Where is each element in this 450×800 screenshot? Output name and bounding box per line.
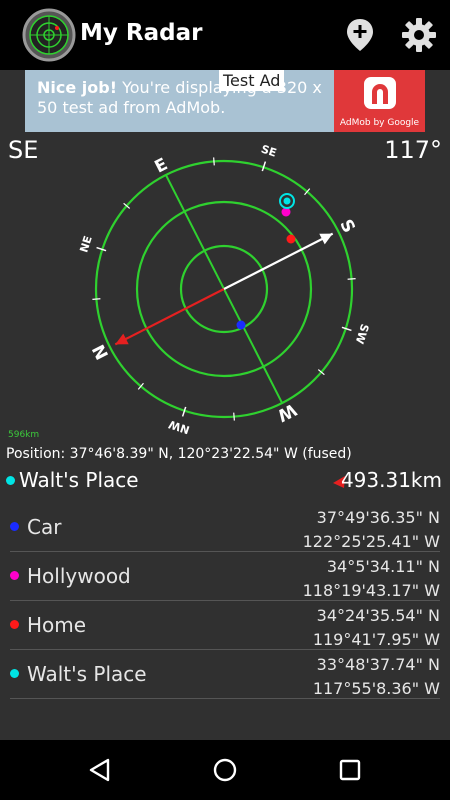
place-row[interactable]: Home 34°24'35.54" N 119°41'7.95" W	[10, 601, 440, 650]
place-color-dot	[10, 620, 19, 629]
target-name: Walt's Place	[19, 468, 139, 492]
compass-label-se: SE	[259, 143, 278, 160]
compass-minor-tick	[233, 412, 235, 421]
place-coordinates: 33°48'37.74" N 117°55'8.36" W	[313, 653, 440, 701]
compass-minor-tick	[347, 278, 356, 280]
add-place-button[interactable]	[340, 14, 380, 56]
places-list: Car 37°49'36.35" N 122°25'25.41" W Hollywoo…	[0, 503, 450, 699]
place-longitude: 119°41'7.95" W	[312, 630, 440, 649]
place-name: Hollywood	[27, 564, 131, 588]
radar-compass: NNEESESSWWNW	[77, 143, 372, 437]
compass-label-nw: NW	[167, 417, 191, 436]
compass-label-w: W	[274, 399, 300, 425]
marker-home	[286, 234, 296, 244]
place-coordinates: 34°5'34.11" N 118°19'43.17" W	[303, 555, 440, 603]
needle-north	[114, 288, 225, 346]
place-longitude: 117°55'8.36" W	[312, 679, 440, 698]
marker-walts-place	[283, 197, 291, 205]
place-name: Walt's Place	[27, 662, 147, 686]
home-button[interactable]	[209, 754, 241, 786]
radar-view[interactable]: N NE E SE S SW W NW	[0, 132, 450, 442]
marker-car	[236, 320, 246, 330]
place-latitude: 33°48'37.74" N	[316, 655, 440, 674]
compass-label-sw: SW	[353, 322, 372, 345]
test-ad-badge: Test Ad	[219, 70, 285, 91]
admob-logo-label: AdMob by Google	[339, 118, 420, 128]
place-color-dot	[10, 669, 19, 678]
place-longitude: 118°19'43.17" W	[302, 581, 440, 600]
gear-icon	[402, 18, 436, 52]
home-circle-icon	[213, 758, 237, 782]
ad-text: Nice job! You're displaying a 320 x 50 t…	[37, 78, 337, 118]
place-row[interactable]: Car 37°49'36.35" N 122°25'25.41" W	[10, 503, 440, 552]
needle-south	[223, 232, 334, 290]
place-color-dot	[10, 522, 19, 531]
place-latitude: 34°5'34.11" N	[326, 557, 440, 576]
place-latitude: 37°49'36.35" N	[316, 508, 440, 527]
compass-label-ne: NE	[77, 234, 95, 254]
compass-minor-tick	[213, 157, 215, 166]
target-distance: 493.31km	[340, 468, 442, 492]
place-row[interactable]: Walt's Place 33°48'37.74" N 117°55'8.36" W	[10, 650, 440, 699]
settings-button[interactable]	[399, 14, 439, 56]
admob-logo-icon	[364, 77, 396, 109]
back-button[interactable]	[84, 754, 116, 786]
selected-target[interactable]: Walt's Place 493.31km	[0, 466, 450, 496]
recents-button[interactable]	[334, 754, 366, 786]
place-name: Home	[27, 613, 87, 637]
ad-bold-text: Nice job!	[37, 78, 118, 97]
place-coordinates: 37°49'36.35" N 122°25'25.41" W	[303, 506, 440, 554]
place-coordinates: 34°24'35.54" N 119°41'7.95" W	[313, 604, 440, 652]
radar-logo-icon	[22, 8, 76, 62]
map-pin-plus-icon	[347, 19, 373, 51]
back-triangle-icon	[89, 758, 110, 782]
target-color-dot	[6, 476, 15, 485]
current-position: Position: 37°46'8.39" N, 120°23'22.54" W…	[6, 446, 352, 462]
recents-square-icon	[339, 759, 361, 781]
admob-banner[interactable]: Nice job! You're displaying a 320 x 50 t…	[25, 70, 425, 132]
place-latitude: 34°24'35.54" N	[316, 606, 440, 625]
compass-minor-tick	[92, 298, 101, 300]
place-row[interactable]: Hollywood 34°5'34.11" N 118°19'43.17" W	[10, 552, 440, 601]
place-color-dot	[10, 571, 19, 580]
app-title: My Radar	[80, 20, 203, 46]
place-longitude: 122°25'25.41" W	[302, 532, 440, 551]
place-name: Car	[27, 515, 62, 539]
app-toolbar: My Radar	[0, 0, 450, 70]
radar-scale-label: 596km	[8, 430, 40, 440]
admob-logo: AdMob by Google	[334, 70, 425, 132]
android-nav-bar	[0, 740, 450, 800]
